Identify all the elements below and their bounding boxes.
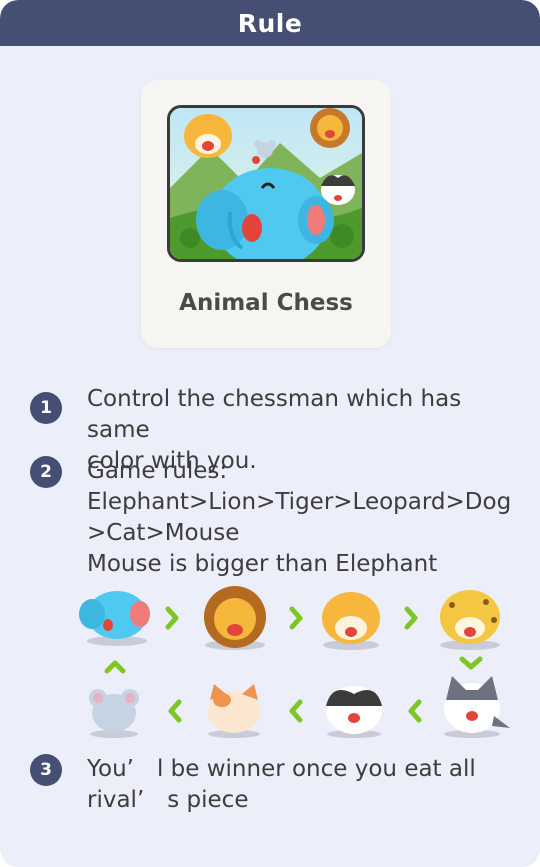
rule-line: You’ l be winner once you eat all <box>87 756 476 782</box>
game-thumbnail-art <box>170 108 362 259</box>
lion-icon <box>204 586 266 650</box>
rule-line: >Cat>Mouse <box>87 520 240 546</box>
rule-header: Rule <box>0 0 540 46</box>
rule-item-2: 2 Game rules: Elephant>Lion>Tiger>Leopar… <box>30 456 530 581</box>
rule-number-badge: 2 <box>30 456 62 488</box>
rule-panel: Rule Animal Chess 1 Control the chessman… <box>0 0 540 867</box>
tiger-icon <box>184 114 232 158</box>
game-name: Animal Chess <box>179 290 353 316</box>
rule-line: Elephant>Lion>Tiger>Leopard>Dog <box>87 489 512 515</box>
rule-item-3: 3 You’ l be winner once you eat all riva… <box>30 754 530 824</box>
mouse-icon <box>89 689 139 738</box>
rule-line: Control the chessman which has same <box>87 386 462 443</box>
leopard-icon <box>440 590 500 650</box>
dog-icon <box>326 686 382 738</box>
elephant-icon <box>79 591 150 646</box>
lion-icon <box>310 108 350 148</box>
game-thumbnail <box>167 105 365 262</box>
greater-than-arrow-icon <box>289 699 303 723</box>
greater-than-arrow-icon <box>408 699 422 723</box>
greater-than-arrow-icon <box>165 606 179 630</box>
cat-icon <box>208 684 260 738</box>
rule-text: You’ l be winner once you eat all rival’… <box>87 754 527 816</box>
rule-line: Mouse is bigger than Elephant <box>87 551 438 577</box>
game-card: Animal Chess <box>141 80 391 348</box>
header-title: Rule <box>237 8 303 38</box>
rule-text: Game rules: Elephant>Lion>Tiger>Leopard>… <box>87 456 527 580</box>
wolf-dog-icon <box>444 676 510 738</box>
rule-number-badge: 1 <box>30 392 62 424</box>
rule-item-1: 1 Control the chessman which has same co… <box>30 384 530 474</box>
down-arrow-icon <box>459 656 483 670</box>
rule-number-badge: 3 <box>30 754 62 786</box>
rule-line: Game rules: <box>87 458 228 484</box>
tiger-icon <box>322 592 380 650</box>
greater-than-arrow-icon <box>168 699 182 723</box>
greater-than-arrow-icon <box>289 606 303 630</box>
greater-than-arrow-icon <box>404 606 418 630</box>
rule-line: rival’ s piece <box>87 787 249 813</box>
up-arrow-icon <box>104 660 126 674</box>
